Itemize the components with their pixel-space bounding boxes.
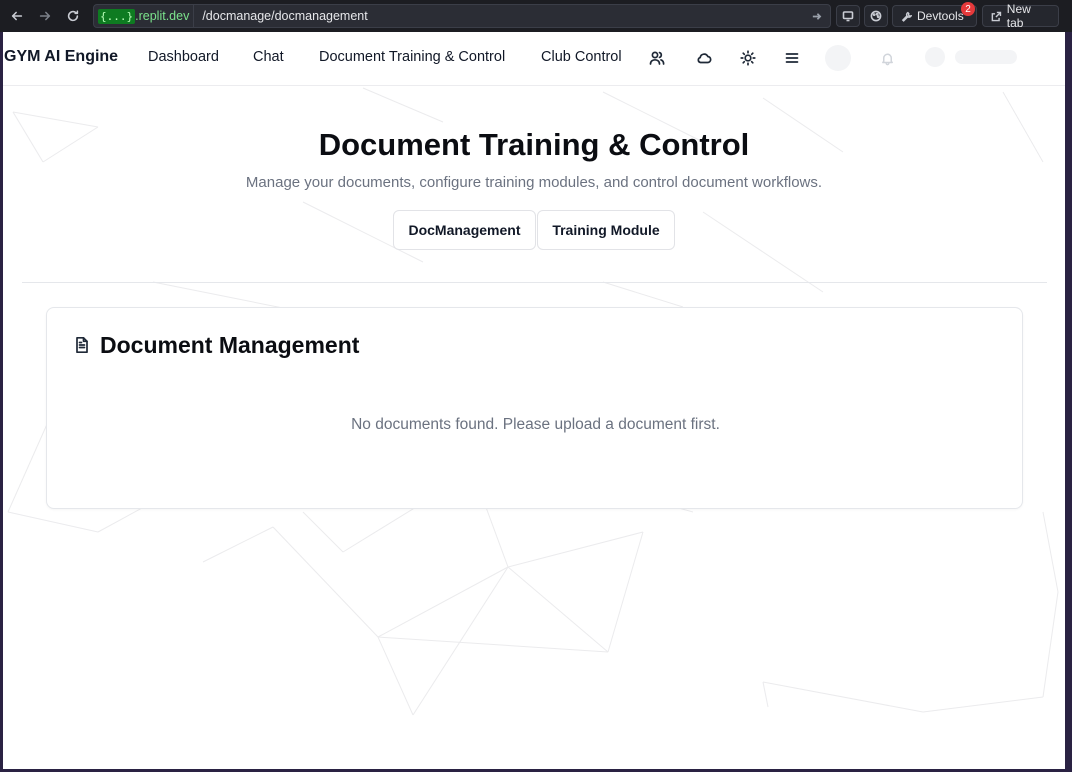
section-divider [22, 282, 1047, 283]
nav-club-control[interactable]: Club Control [541, 49, 622, 65]
devtools-badge: 2 [961, 2, 975, 16]
notifications-button[interactable] [876, 47, 898, 69]
devtools-label: Devtools [917, 9, 964, 23]
page-title: Document Training & Control [318, 127, 750, 162]
monitor-icon [842, 11, 854, 22]
new-tab-button[interactable]: New tab [982, 2, 1059, 30]
url-badge: {...} [98, 8, 136, 24]
url-path: /docmanage/docmanagement [202, 9, 368, 23]
menu-icon [785, 53, 799, 63]
document-management-card: Document Management No documents found. … [46, 307, 1023, 509]
users-button[interactable] [646, 47, 668, 69]
back-button[interactable] [6, 5, 28, 27]
profile-placeholder [925, 47, 945, 67]
palette-icon [870, 10, 882, 22]
sun-icon [740, 50, 756, 66]
arrow-left-icon [11, 11, 23, 21]
profile-name-placeholder [955, 50, 1017, 64]
empty-state-message: No documents found. Please upload a docu… [351, 416, 720, 433]
external-link-icon [991, 11, 1002, 21]
file-text-icon [73, 336, 91, 354]
users-icon [649, 51, 665, 65]
wrench-icon [901, 11, 912, 22]
cloud-button[interactable] [693, 47, 715, 69]
tab-docmanagement[interactable]: DocManagement [393, 210, 536, 250]
window-frame-right [1065, 32, 1072, 772]
url-host: {...} .replit.dev [94, 5, 195, 27]
new-tab-label: New tab [1006, 2, 1031, 30]
go-icon[interactable] [806, 11, 826, 22]
theme-button[interactable] [864, 5, 888, 27]
theme-toggle-button[interactable] [737, 47, 759, 69]
card-title: Document Management [100, 332, 360, 358]
nav-chat[interactable]: Chat [253, 49, 284, 65]
app-header: GYM AI Engine Dashboard Chat Document Tr… [3, 32, 1065, 86]
url-domain: .replit.dev [135, 9, 190, 23]
cloud-icon [697, 53, 712, 64]
page-viewport: GYM AI Engine Dashboard Chat Document Tr… [3, 32, 1065, 769]
page-subtitle: Manage your documents, configure trainin… [245, 174, 823, 191]
nav-dashboard[interactable]: Dashboard [148, 49, 219, 65]
reload-icon [67, 10, 79, 22]
devtools-button[interactable]: Devtools 2 [892, 2, 977, 27]
reload-button[interactable] [62, 5, 84, 27]
address-bar[interactable]: {...} .replit.dev /docmanage/docmanageme… [93, 4, 831, 28]
browser-toolbar: {...} .replit.dev /docmanage/docmanageme… [0, 0, 1072, 32]
avatar-placeholder [825, 45, 851, 71]
brand-logo[interactable]: GYM AI Engine [4, 48, 118, 66]
screen-button[interactable] [836, 5, 860, 27]
tab-training-module[interactable]: Training Module [537, 210, 675, 250]
forward-button[interactable] [34, 5, 56, 27]
menu-button[interactable] [781, 47, 803, 69]
arrow-right-icon [39, 11, 51, 21]
nav-document-training[interactable]: Document Training & Control [319, 49, 505, 65]
bell-icon [881, 53, 893, 65]
